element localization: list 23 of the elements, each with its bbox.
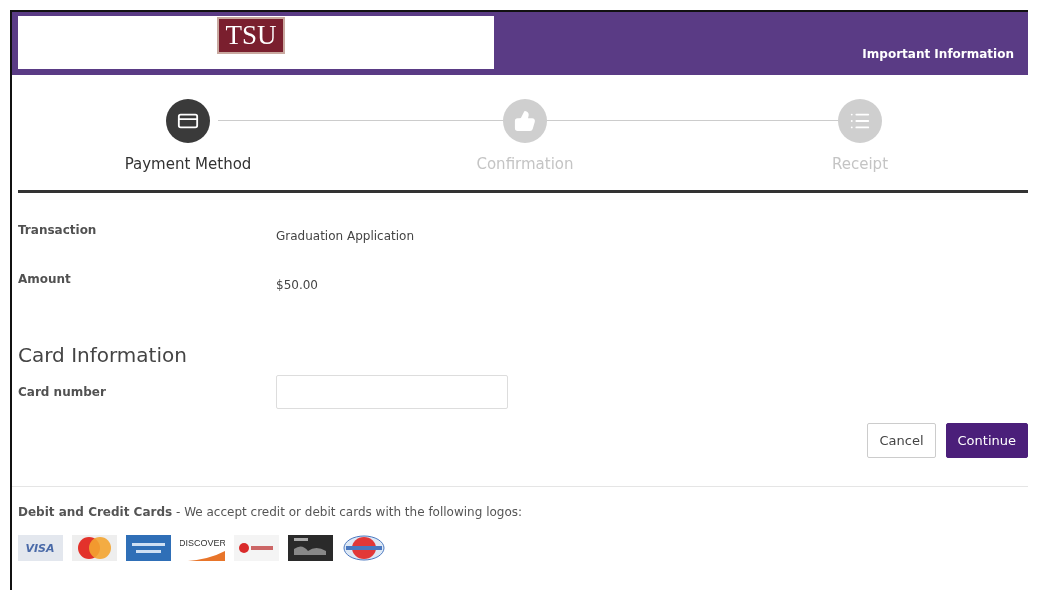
detail-value: Graduation Application <box>276 229 415 245</box>
detail-label: Transaction <box>18 223 98 239</box>
dark-card-logo <box>288 535 333 561</box>
discover-card-logo: DISCOVER <box>180 535 225 561</box>
step-label: Payment Method <box>124 155 252 173</box>
step-label: Confirmation <box>476 155 574 173</box>
detail-value: $50.00 <box>276 278 319 294</box>
accepted-cards-text: Debit and Credit Cards - We accept credit or debit cards with the following logos: <box>18 505 524 519</box>
mastercard-logo <box>72 535 117 561</box>
thumbs-up-icon <box>514 110 536 132</box>
cancel-button[interactable]: Cancel <box>867 423 936 458</box>
bc-card-logo <box>234 535 279 561</box>
logo: TSU <box>217 17 285 54</box>
diners-card-logo <box>342 535 387 561</box>
step-label: Receipt <box>832 155 888 173</box>
continue-button[interactable]: Continue <box>945 423 1028 458</box>
amex-card-logo <box>126 535 171 561</box>
card-number-field[interactable] <box>276 375 508 409</box>
important-information-link[interactable]: Important Information <box>862 47 1014 61</box>
detail-label: Amount <box>18 272 72 288</box>
field-label: Card number <box>18 385 107 399</box>
section-title: Card Information <box>18 343 188 367</box>
visa-card-logo: VISA <box>18 535 63 561</box>
